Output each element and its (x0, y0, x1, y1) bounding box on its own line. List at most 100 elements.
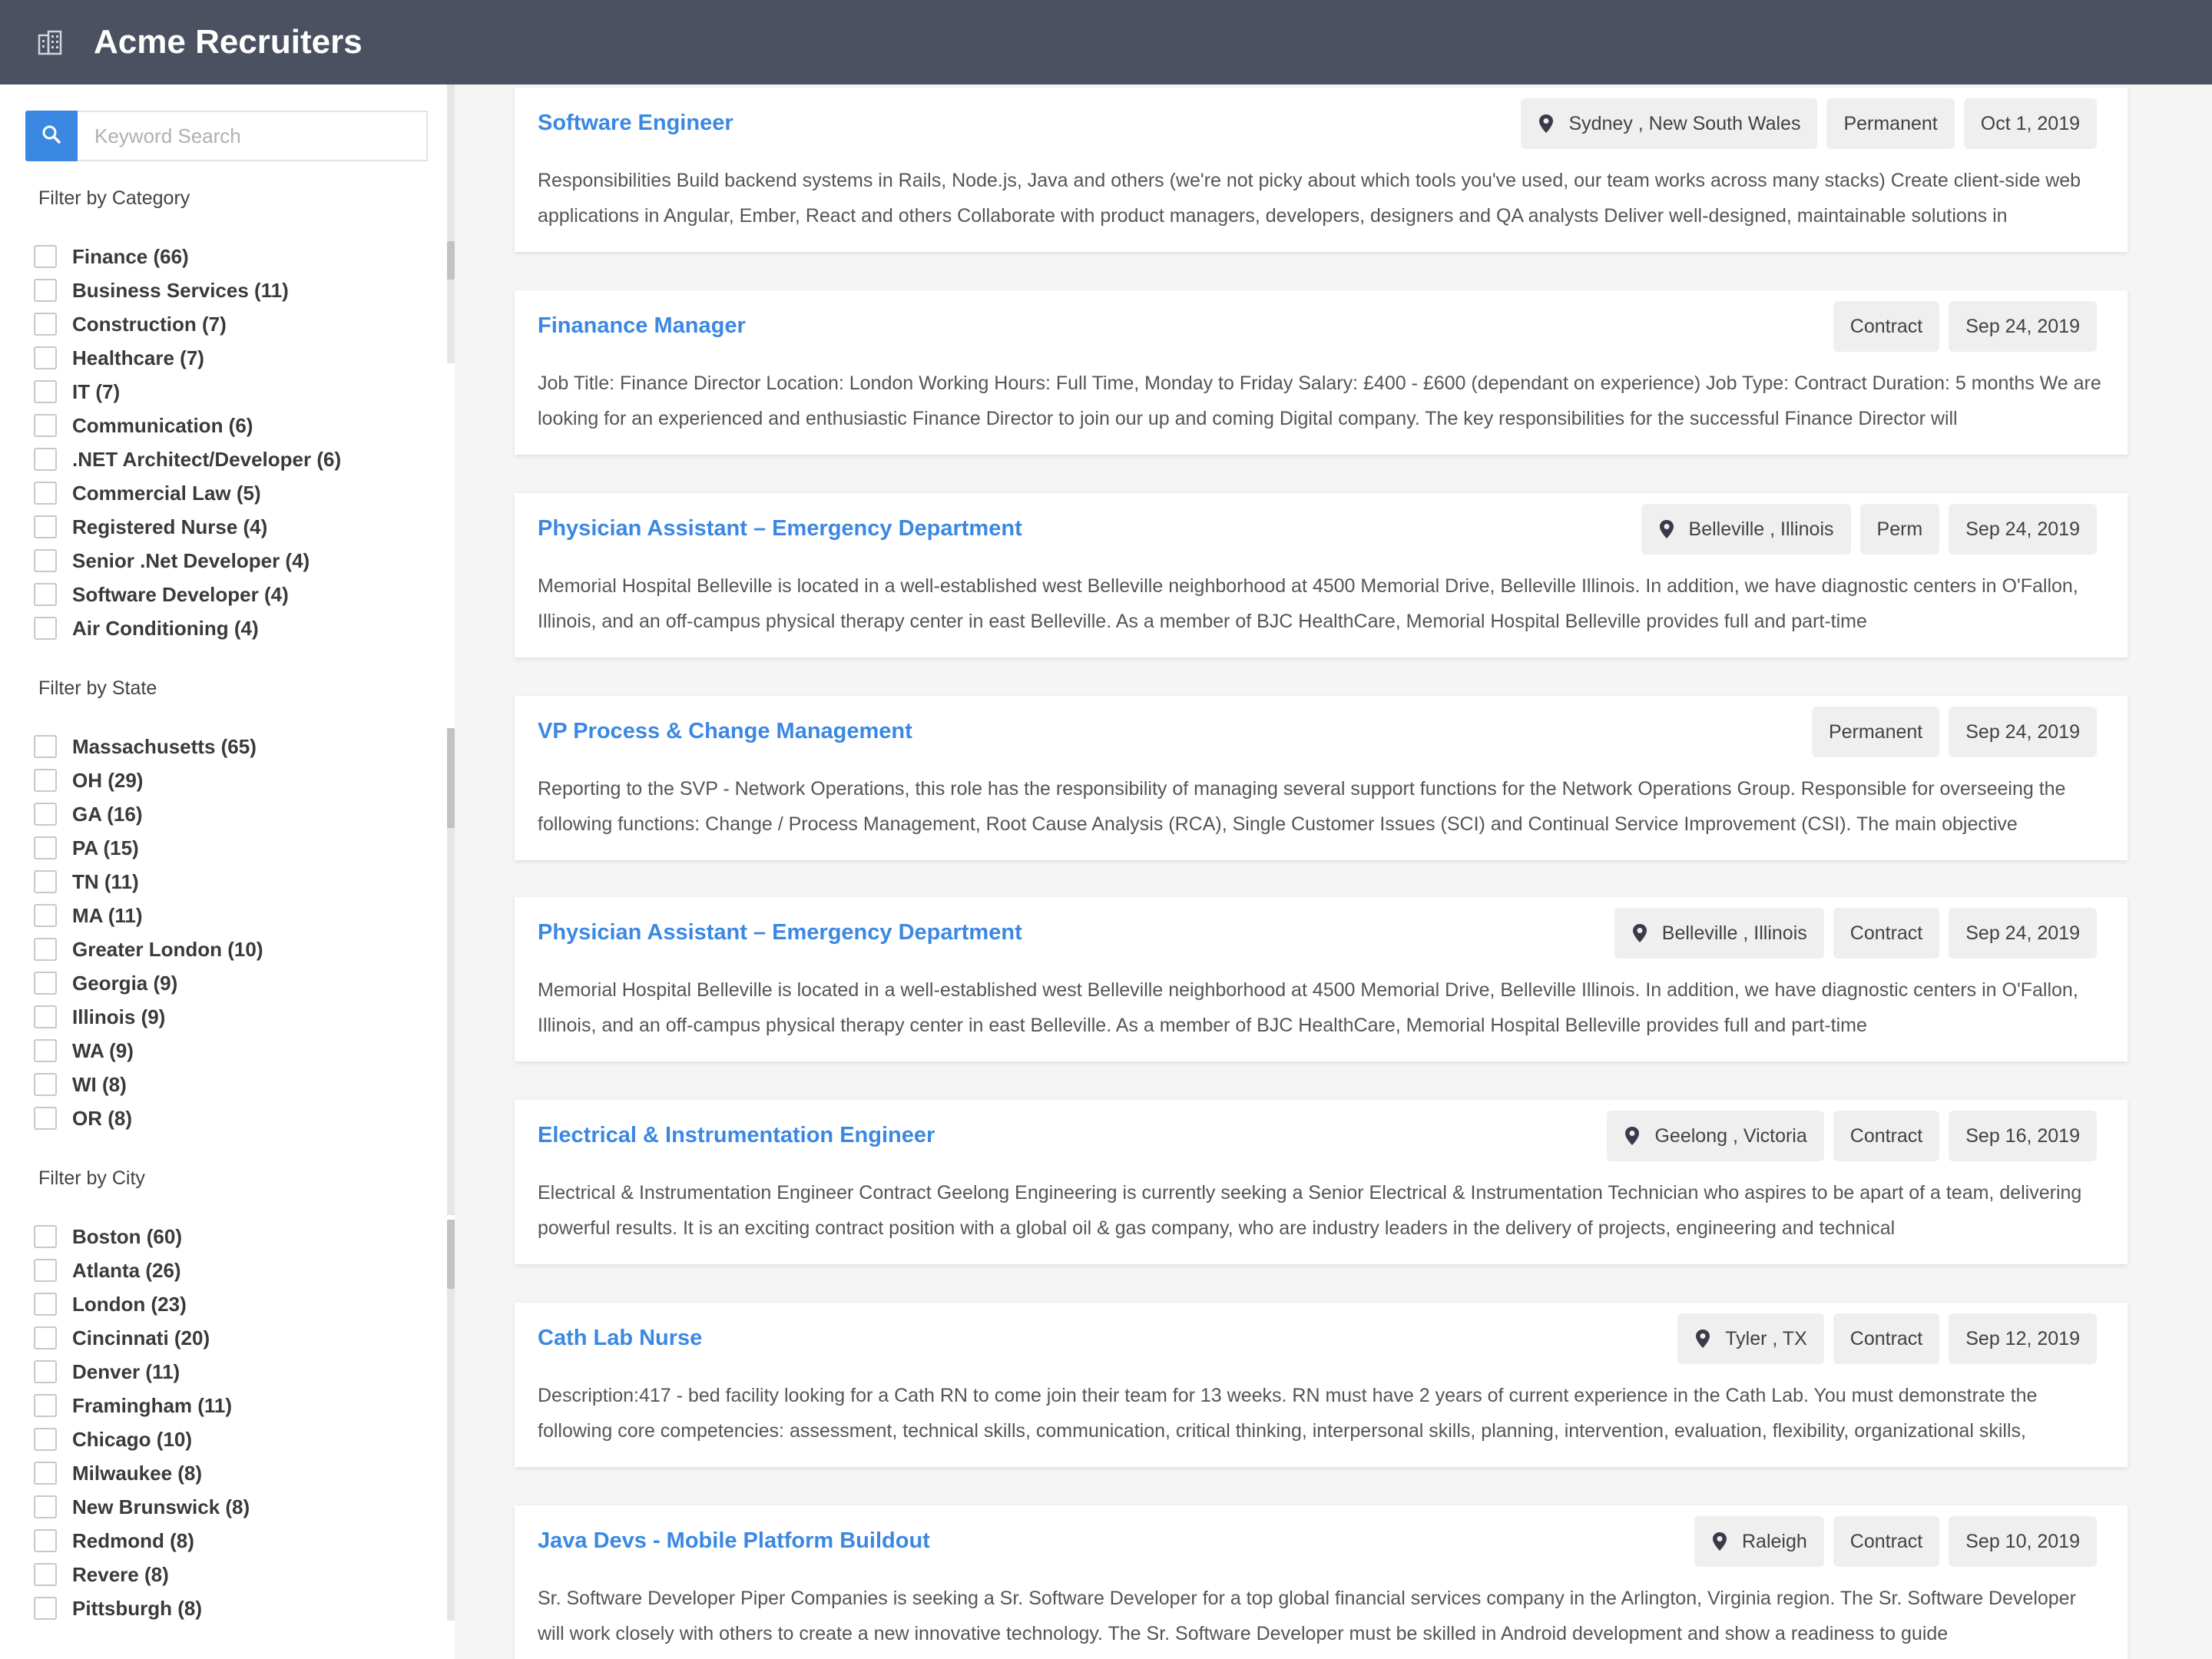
category-option[interactable]: Air Conditioning (4) (34, 611, 426, 645)
job-title-link[interactable]: Cath Lab Nurse (538, 1326, 702, 1351)
category-checkbox[interactable] (34, 279, 57, 302)
category-option[interactable]: .NET Architect/Developer (6) (34, 442, 426, 476)
category-option[interactable]: Software Developer (4) (34, 578, 426, 611)
category-option[interactable]: Finance (66) (34, 240, 426, 273)
category-scroll-thumb[interactable] (447, 241, 455, 280)
state-checkbox[interactable] (34, 1073, 57, 1096)
category-checkbox[interactable] (34, 245, 57, 268)
search-button[interactable] (25, 111, 78, 161)
city-option[interactable]: Milwaukee (8) (34, 1456, 426, 1490)
state-option[interactable]: WI (8) (34, 1068, 426, 1101)
state-checkbox[interactable] (34, 735, 57, 758)
state-option-label: OR (8) (72, 1106, 132, 1130)
state-option[interactable]: GA (16) (34, 797, 426, 831)
city-checkbox[interactable] (34, 1259, 57, 1282)
job-card[interactable]: Physician Assistant – Emergency Departme… (515, 493, 2128, 657)
city-scroll-thumb[interactable] (447, 1220, 455, 1289)
state-scrollbar[interactable] (447, 728, 455, 1215)
category-checkbox[interactable] (34, 515, 57, 538)
city-option[interactable]: Boston (60) (34, 1220, 426, 1253)
category-option[interactable]: Construction (7) (34, 307, 426, 341)
city-checkbox[interactable] (34, 1529, 57, 1552)
job-title-link[interactable]: VP Process & Change Management (538, 719, 912, 744)
state-option[interactable]: TN (11) (34, 865, 426, 899)
city-option[interactable]: London (23) (34, 1287, 426, 1321)
city-checkbox[interactable] (34, 1495, 57, 1518)
city-checkbox[interactable] (34, 1293, 57, 1316)
job-card[interactable]: Software Engineer Sydney , New South Wal… (515, 88, 2128, 252)
city-checkbox[interactable] (34, 1225, 57, 1248)
city-option[interactable]: Revere (8) (34, 1558, 426, 1591)
state-checkbox[interactable] (34, 1005, 57, 1028)
category-option[interactable]: Healthcare (7) (34, 341, 426, 375)
category-option[interactable]: Registered Nurse (4) (34, 510, 426, 544)
city-option[interactable]: Atlanta (26) (34, 1253, 426, 1287)
search-input[interactable] (78, 111, 428, 161)
city-option[interactable]: Chicago (10) (34, 1422, 426, 1456)
job-card[interactable]: Finanance Manager Contract Sep 24, 2019 … (515, 290, 2128, 455)
city-option[interactable]: Denver (11) (34, 1355, 426, 1389)
state-scroll-thumb[interactable] (447, 728, 455, 828)
job-card[interactable]: Physician Assistant – Emergency Departme… (515, 897, 2128, 1061)
job-title-link[interactable]: Finanance Manager (538, 313, 746, 339)
state-option[interactable]: MA (11) (34, 899, 426, 932)
job-card[interactable]: Java Devs - Mobile Platform Buildout Ral… (515, 1505, 2128, 1659)
category-checkbox[interactable] (34, 313, 57, 336)
category-option[interactable]: Commercial Law (5) (34, 476, 426, 510)
state-option[interactable]: Illinois (9) (34, 1000, 426, 1034)
job-title-link[interactable]: Physician Assistant – Emergency Departme… (538, 920, 1022, 945)
city-checkbox[interactable] (34, 1462, 57, 1485)
category-checkbox[interactable] (34, 380, 57, 403)
city-option[interactable]: Pittsburgh (8) (34, 1591, 426, 1625)
category-option[interactable]: Communication (6) (34, 409, 426, 442)
state-option[interactable]: WA (9) (34, 1034, 426, 1068)
city-checkbox[interactable] (34, 1597, 57, 1620)
category-checkbox[interactable] (34, 482, 57, 505)
state-checkbox[interactable] (34, 938, 57, 961)
city-checkbox[interactable] (34, 1563, 57, 1586)
job-card[interactable]: VP Process & Change Management Permanent… (515, 696, 2128, 860)
city-checkbox[interactable] (34, 1360, 57, 1383)
job-type-chip: Contract (1833, 301, 1940, 352)
category-option[interactable]: Business Services (11) (34, 273, 426, 307)
category-checkbox[interactable] (34, 414, 57, 437)
state-checkbox[interactable] (34, 1039, 57, 1062)
job-title-link[interactable]: Physician Assistant – Emergency Departme… (538, 516, 1022, 541)
category-checkbox[interactable] (34, 617, 57, 640)
state-checkbox[interactable] (34, 1107, 57, 1130)
state-checkbox[interactable] (34, 904, 57, 927)
job-title-link[interactable]: Electrical & Instrumentation Engineer (538, 1123, 935, 1148)
city-option[interactable]: Redmond (8) (34, 1524, 426, 1558)
category-checkbox[interactable] (34, 549, 57, 572)
state-checkbox[interactable] (34, 836, 57, 859)
city-checkbox[interactable] (34, 1394, 57, 1417)
state-option[interactable]: Greater London (10) (34, 932, 426, 966)
category-checkbox[interactable] (34, 583, 57, 606)
job-title-link[interactable]: Java Devs - Mobile Platform Buildout (538, 1528, 930, 1554)
state-option[interactable]: PA (15) (34, 831, 426, 865)
city-scrollbar[interactable] (447, 1220, 455, 1621)
category-scrollbar[interactable] (447, 84, 455, 363)
state-option[interactable]: OH (29) (34, 763, 426, 797)
state-checkbox[interactable] (34, 972, 57, 995)
job-title-link[interactable]: Software Engineer (538, 111, 733, 136)
job-card[interactable]: Cath Lab Nurse Tyler , TX Contract Sep 1… (515, 1303, 2128, 1467)
state-checkbox[interactable] (34, 769, 57, 792)
category-filter-title: Filter by Category (38, 187, 190, 209)
state-checkbox[interactable] (34, 803, 57, 826)
city-option[interactable]: Cincinnati (20) (34, 1321, 426, 1355)
category-checkbox[interactable] (34, 448, 57, 471)
state-option[interactable]: OR (8) (34, 1101, 426, 1135)
state-option[interactable]: Georgia (9) (34, 966, 426, 1000)
city-checkbox[interactable] (34, 1428, 57, 1451)
city-option[interactable]: Framingham (11) (34, 1389, 426, 1422)
category-option[interactable]: IT (7) (34, 375, 426, 409)
category-option[interactable]: Senior .Net Developer (4) (34, 544, 426, 578)
city-option[interactable]: New Brunswick (8) (34, 1490, 426, 1524)
city-checkbox[interactable] (34, 1326, 57, 1349)
state-checkbox[interactable] (34, 870, 57, 893)
category-checkbox[interactable] (34, 346, 57, 369)
job-card[interactable]: Electrical & Instrumentation Engineer Ge… (515, 1100, 2128, 1264)
brand-name[interactable]: Acme Recruiters (94, 23, 363, 61)
state-option[interactable]: Massachusetts (65) (34, 730, 426, 763)
